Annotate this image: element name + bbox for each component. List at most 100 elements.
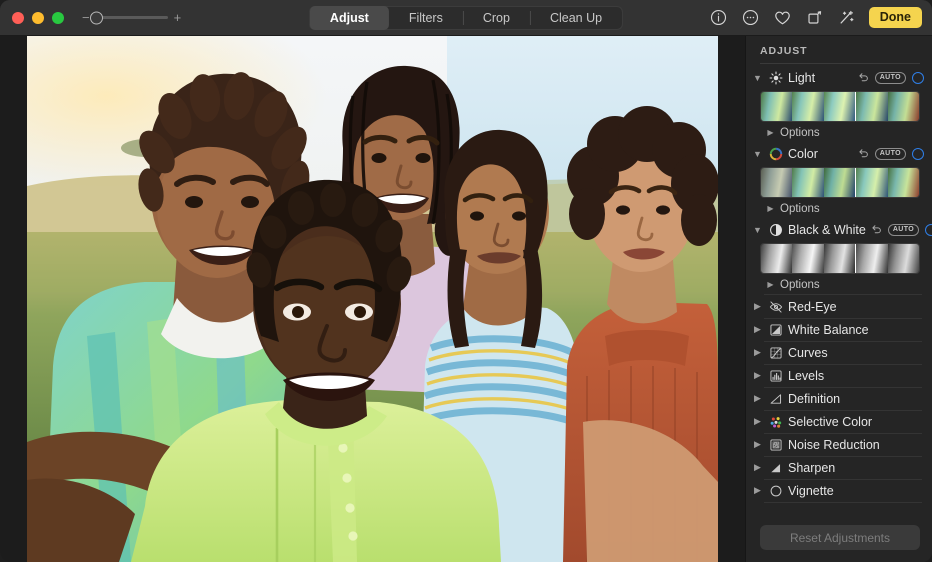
sidebar-item-label: White Balance <box>788 323 869 337</box>
selective-color-icon <box>768 414 783 429</box>
sidebar-item-label: Sharpen <box>788 461 835 475</box>
color-variant-thumb[interactable] <box>856 168 887 197</box>
section-light-toggle[interactable] <box>912 72 924 84</box>
section-color-controls: AUTO <box>858 148 924 160</box>
bw-variant-thumb[interactable] <box>761 244 792 273</box>
chevron-right-icon[interactable]: ▶ <box>766 128 775 137</box>
adjustments-list[interactable]: ▼ Light <box>746 66 932 525</box>
section-black-and-white-label: Black & White <box>788 223 866 237</box>
black-white-options-row[interactable]: ▶ Options <box>746 275 932 294</box>
sidebar-item-noise-reduction[interactable]: ▶ Noise Reduct <box>746 433 932 456</box>
sidebar-item-sharpen[interactable]: ▶ Sharpen <box>746 456 932 479</box>
light-variant-thumb[interactable] <box>761 92 792 121</box>
tab-adjust[interactable]: Adjust <box>310 6 389 30</box>
chevron-down-icon[interactable]: ▼ <box>752 225 763 235</box>
section-color: ▼ Color <box>746 142 932 218</box>
zoom-slider-control[interactable]: − + <box>82 11 181 24</box>
tab-filters[interactable]: Filters <box>389 6 463 30</box>
light-variant-thumb[interactable] <box>792 92 823 121</box>
zoom-out-icon[interactable]: − <box>82 11 90 24</box>
sidebar-item-selective-color[interactable]: ▶ Selective Color <box>746 410 932 433</box>
bw-variant-thumb[interactable] <box>792 244 823 273</box>
section-color-toggle[interactable] <box>912 148 924 160</box>
tab-crop[interactable]: Crop <box>463 6 530 30</box>
tab-clean-up[interactable]: Clean Up <box>530 6 622 30</box>
photo-viewport[interactable] <box>27 36 718 562</box>
section-light-header[interactable]: ▼ Light <box>746 66 932 89</box>
sidebar-item-definition[interactable]: ▶ Definition <box>746 387 932 410</box>
chevron-right-icon[interactable]: ▶ <box>752 439 763 450</box>
color-variant-thumb[interactable] <box>824 168 855 197</box>
chevron-right-icon[interactable]: ▶ <box>752 324 763 335</box>
auto-button[interactable]: AUTO <box>888 224 919 236</box>
window-toolbar: − + Adjust Filters Crop Clean Up <box>0 0 932 36</box>
sidebar-item-vignette[interactable]: ▶ Vignette <box>746 479 932 502</box>
sidebar-item-white-balance[interactable]: ▶ White Balance <box>746 318 932 341</box>
more-options-icon[interactable] <box>741 8 760 27</box>
favorite-heart-icon[interactable] <box>773 8 792 27</box>
color-variant-thumb[interactable] <box>761 168 792 197</box>
edit-mode-tabs: Adjust Filters Crop Clean Up <box>309 6 623 30</box>
auto-button[interactable]: AUTO <box>875 72 906 84</box>
done-button[interactable]: Done <box>869 7 922 29</box>
color-variant-thumb[interactable] <box>888 168 919 197</box>
revert-icon[interactable] <box>871 224 882 235</box>
zoom-slider-knob[interactable] <box>90 11 103 24</box>
sidebar-item-label: Noise Reduction <box>788 438 880 452</box>
light-variant-thumb[interactable] <box>824 92 855 121</box>
color-variant-strip[interactable] <box>760 167 920 198</box>
white-balance-icon <box>768 322 783 337</box>
chevron-right-icon[interactable]: ▶ <box>752 301 763 312</box>
chevron-right-icon[interactable]: ▶ <box>752 393 763 404</box>
reset-section: Reset Adjustments <box>746 525 932 562</box>
color-variant-thumb[interactable] <box>792 168 823 197</box>
revert-icon[interactable] <box>858 72 869 83</box>
section-black-and-white-toggle[interactable] <box>925 224 932 236</box>
sidebar-item-red-eye[interactable]: ▶ Red-Eye <box>746 295 932 318</box>
bw-variant-thumb[interactable] <box>888 244 919 273</box>
chevron-right-icon[interactable]: ▶ <box>752 370 763 381</box>
chevron-right-icon[interactable]: ▶ <box>752 485 763 496</box>
light-variant-thumb[interactable] <box>856 92 887 121</box>
info-icon[interactable] <box>709 8 728 27</box>
light-options-label: Options <box>780 127 820 139</box>
auto-enhance-wand-icon[interactable] <box>837 8 856 27</box>
color-options-row[interactable]: ▶ Options <box>746 199 932 218</box>
eye-slash-icon <box>768 299 783 314</box>
sidebar-title: ADJUST <box>746 36 932 63</box>
bw-variant-thumb[interactable] <box>824 244 855 273</box>
chevron-down-icon[interactable]: ▼ <box>752 149 763 159</box>
zoom-slider-track[interactable] <box>96 16 168 19</box>
rotate-icon[interactable] <box>805 8 824 27</box>
light-options-row[interactable]: ▶ Options <box>746 123 932 142</box>
sidebar-item-levels[interactable]: ▶ Levels <box>746 364 932 387</box>
chevron-right-icon[interactable]: ▶ <box>766 204 775 213</box>
light-variant-thumb[interactable] <box>888 92 919 121</box>
sidebar-item-curves[interactable]: ▶ Curves <box>746 341 932 364</box>
sidebar-item-label: Levels <box>788 369 824 383</box>
revert-icon[interactable] <box>858 148 869 159</box>
close-window-button[interactable] <box>12 12 24 24</box>
curves-icon <box>768 345 783 360</box>
black-white-options-label: Options <box>780 279 820 291</box>
maximize-window-button[interactable] <box>52 12 64 24</box>
minimize-window-button[interactable] <box>32 12 44 24</box>
chevron-right-icon[interactable]: ▶ <box>752 347 763 358</box>
auto-button[interactable]: AUTO <box>875 148 906 160</box>
noise-reduction-icon <box>768 437 783 452</box>
chevron-right-icon[interactable]: ▶ <box>752 416 763 427</box>
zoom-in-icon[interactable]: + <box>174 11 182 24</box>
light-variant-strip[interactable] <box>760 91 920 122</box>
chevron-right-icon[interactable]: ▶ <box>752 462 763 473</box>
photo-canvas[interactable] <box>0 36 745 562</box>
section-black-and-white-header[interactable]: ▼ Black & White <box>746 218 932 241</box>
bw-variant-thumb[interactable] <box>856 244 887 273</box>
chevron-down-icon[interactable]: ▼ <box>752 73 763 83</box>
edited-photo[interactable] <box>27 36 718 562</box>
section-color-header[interactable]: ▼ Color <box>746 142 932 165</box>
reset-adjustments-button[interactable]: Reset Adjustments <box>760 525 920 550</box>
sidebar-item-label: Red-Eye <box>788 300 837 314</box>
adjust-sidebar: ADJUST ▼ <box>745 36 932 562</box>
chevron-right-icon[interactable]: ▶ <box>766 280 775 289</box>
black-white-variant-strip[interactable] <box>760 243 920 274</box>
